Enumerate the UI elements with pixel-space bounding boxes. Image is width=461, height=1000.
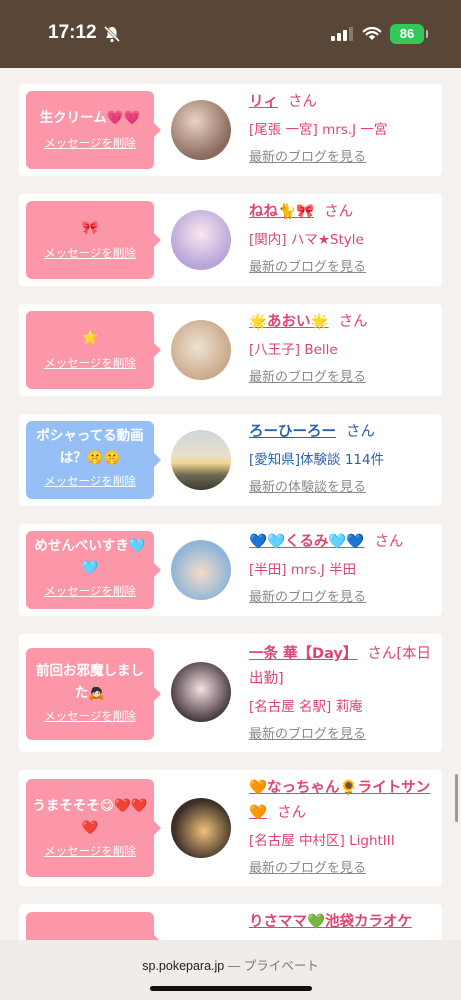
- girl-name-link[interactable]: 💙🩵くるみ🩵💙: [249, 534, 364, 550]
- message-bubble: ポシャってる動画は？🤫🤫 メッセージを削除: [26, 421, 161, 499]
- message-text: 🌟: [81, 330, 99, 346]
- shop-info: [尾張 一宮] mrs.J 一宮: [249, 122, 388, 138]
- message-text: 生クリーム💗💗: [39, 110, 141, 126]
- message-card: めせんべいすき🩵🩵 メッセージを削除 💙🩵くるみ🩵💙 さん [半田] mrs.J …: [19, 524, 442, 616]
- delete-message-link[interactable]: メッセージを削除: [30, 708, 150, 724]
- avatar[interactable]: [171, 430, 231, 490]
- message-card: 生クリーム💗💗 メッセージを削除 リィ さん [尾張 一宮] mrs.J 一宮 最…: [19, 84, 442, 176]
- avatar[interactable]: [171, 320, 231, 380]
- private-mode-label: プライベート: [243, 959, 319, 973]
- url-text[interactable]: sp.pokepara.jp — プライベート: [0, 955, 461, 974]
- latest-blog-link[interactable]: 最新のブログを見る: [249, 149, 439, 167]
- message-card: 🌟 メッセージを削除 🌟あおい🌟 さん [八王子] Belle 最新のブログを見る: [19, 304, 442, 396]
- message-text: めせんべいすき🩵🩵: [34, 538, 146, 576]
- message-card: うまそそそ😋❤️❤️❤️ メッセージを削除 🧡なっちゃん🌻ライトサン🧡 さん [名…: [19, 770, 442, 886]
- status-bar: 17:12 86: [0, 0, 461, 68]
- message-bubble: 🌟 メッセージを削除: [26, 311, 161, 389]
- avatar[interactable]: [171, 662, 231, 722]
- message-bubble: うまそそそ😋❤️❤️❤️ メッセージを削除: [26, 779, 161, 877]
- bell-mute-icon: [103, 25, 121, 43]
- latest-blog-link[interactable]: 最新のブログを見る: [249, 860, 439, 878]
- message-bubble: 前回お邪魔しました🙇🏻 メッセージを削除: [26, 648, 161, 740]
- shop-info: [八王子] Belle: [249, 342, 338, 358]
- message-text: 前回お邪魔しました🙇🏻: [36, 663, 144, 701]
- message-card: りさママ💚池袋カラオケ: [19, 904, 442, 940]
- message-card: ポシャってる動画は？🤫🤫 メッセージを削除 ろーひーろー さん [愛知県]体験談 …: [19, 414, 442, 506]
- girl-name-link[interactable]: りさママ💚池袋カラオケ: [249, 914, 412, 930]
- scrollbar-thumb[interactable]: [455, 774, 458, 822]
- battery-indicator: 86: [390, 24, 428, 44]
- delete-message-link[interactable]: メッセージを削除: [30, 135, 150, 151]
- girl-name-link[interactable]: ねね🐈🎀: [249, 204, 314, 220]
- honorific: さん: [324, 204, 354, 220]
- latest-blog-link[interactable]: 最新のブログを見る: [249, 369, 439, 387]
- message-text: 🎀: [81, 220, 99, 236]
- latest-blog-link[interactable]: 最新のブログを見る: [249, 589, 439, 607]
- honorific: さん: [346, 424, 375, 440]
- message-bubble: 🎀 メッセージを削除: [26, 201, 161, 279]
- message-text: ポシャってる動画は？🤫🤫: [36, 428, 144, 466]
- browser-url-bar[interactable]: sp.pokepara.jp — プライベート: [0, 940, 461, 1000]
- avatar[interactable]: [171, 100, 231, 160]
- avatar[interactable]: [171, 798, 231, 858]
- review-info: [愛知県]体験談 114件: [249, 452, 385, 468]
- url-separator: —: [224, 959, 244, 973]
- honorific: さん: [338, 314, 368, 330]
- shop-info: [名古屋 名駅] 莉庵: [249, 699, 363, 715]
- girl-name-link[interactable]: 一条 華【Day】: [249, 646, 357, 662]
- honorific: さん: [277, 805, 307, 821]
- delete-message-link[interactable]: メッセージを削除: [30, 583, 150, 599]
- delete-message-link[interactable]: メッセージを削除: [30, 355, 150, 371]
- message-list[interactable]: 生クリーム💗💗 メッセージを削除 リィ さん [尾張 一宮] mrs.J 一宮 最…: [0, 68, 461, 940]
- message-card: 前回お邪魔しました🙇🏻 メッセージを削除 一条 華【Day】 さん[本日出勤] […: [19, 634, 442, 752]
- url-domain: sp.pokepara.jp: [142, 959, 225, 973]
- avatar[interactable]: [171, 210, 231, 270]
- girl-name-link[interactable]: 🌟あおい🌟: [249, 314, 329, 330]
- message-bubble: めせんべいすき🩵🩵 メッセージを削除: [26, 531, 161, 609]
- message-bubble: [26, 912, 161, 940]
- message-card: 🎀 メッセージを削除 ねね🐈🎀 さん [関内] ハマ★Style 最新のブログを見…: [19, 194, 442, 286]
- latest-blog-link[interactable]: 最新のブログを見る: [249, 259, 439, 277]
- delete-message-link[interactable]: メッセージを削除: [30, 473, 150, 489]
- latest-review-link[interactable]: 最新の体験談を見る: [249, 479, 439, 497]
- message-text: うまそそそ😋❤️❤️❤️: [32, 798, 148, 836]
- wifi-icon: [362, 26, 382, 40]
- message-bubble: 生クリーム💗💗 メッセージを削除: [26, 91, 161, 169]
- status-time: 17:12: [48, 22, 97, 43]
- avatar[interactable]: [171, 540, 231, 600]
- delete-message-link[interactable]: メッセージを削除: [30, 245, 150, 261]
- shop-info: [名古屋 中村区] LightIII: [249, 833, 395, 849]
- shop-info: [半田] mrs.J 半田: [249, 562, 357, 578]
- latest-blog-link[interactable]: 最新のブログを見る: [249, 726, 439, 744]
- signal-icon: [331, 27, 353, 41]
- girl-name-link[interactable]: リィ: [249, 94, 278, 110]
- honorific: さん: [288, 94, 317, 110]
- shop-info: [関内] ハマ★Style: [249, 232, 364, 248]
- home-indicator[interactable]: [150, 986, 312, 991]
- honorific: さん: [374, 534, 404, 550]
- delete-message-link[interactable]: メッセージを削除: [30, 843, 150, 859]
- reviewer-name-link[interactable]: ろーひーろー: [249, 424, 336, 440]
